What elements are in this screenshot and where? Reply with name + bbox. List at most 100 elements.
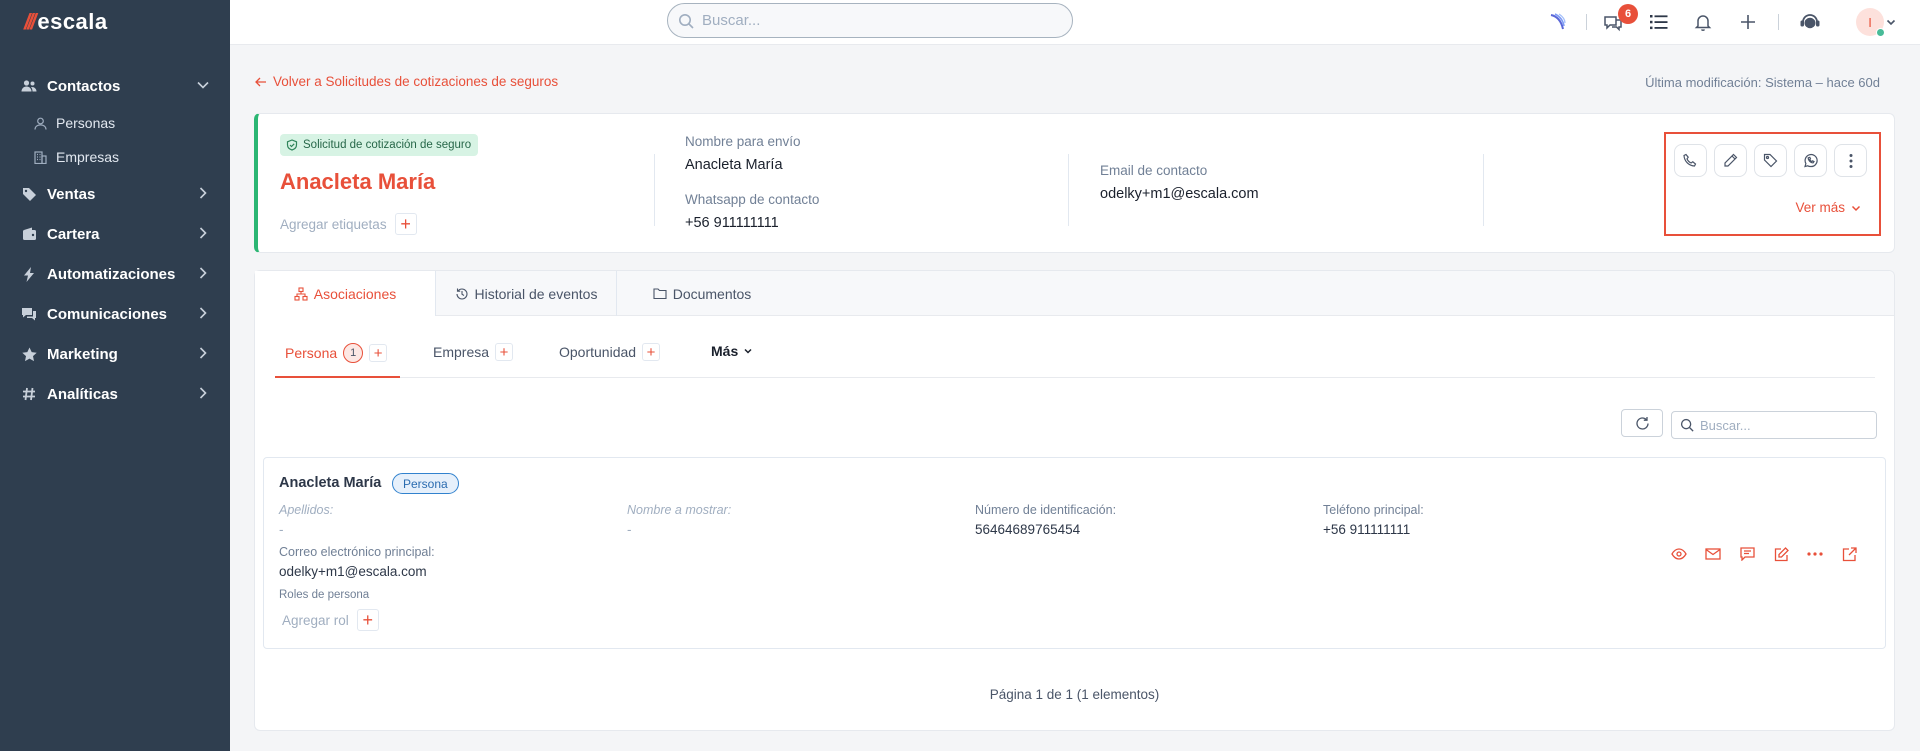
sidebar-item-label: Comunicaciones (47, 305, 168, 323)
search-icon (1680, 418, 1694, 432)
nombre-envio-label: Nombre para envío (685, 134, 801, 149)
nombre-mostrar-value: - (627, 522, 632, 537)
sidebar-item-personas[interactable]: Personas (0, 106, 230, 140)
email-icon[interactable] (1703, 544, 1723, 564)
external-link-icon[interactable] (1839, 544, 1859, 564)
tab-asociaciones[interactable]: Asociaciones (255, 271, 435, 316)
bolt-icon (20, 266, 38, 282)
last-modified: Última modificación: Sistema – hace 60d (1645, 75, 1880, 90)
correo-value: odelky+m1@escala.com (279, 564, 427, 579)
brand-logo[interactable]: /// escala (24, 8, 108, 36)
list-search-input[interactable] (1700, 417, 1860, 433)
sidebar-item-analiticas[interactable]: Analíticas (0, 374, 230, 414)
sidebar-item-cartera[interactable]: Cartera (0, 214, 230, 254)
edit-icon[interactable] (1771, 544, 1791, 564)
view-icon[interactable] (1669, 544, 1689, 564)
list-icon[interactable] (1647, 10, 1671, 34)
add-tag-button[interactable]: + (394, 213, 417, 235)
subtab-label: Persona (285, 345, 338, 361)
subtab-label: Oportunidad (559, 344, 637, 360)
topbar-divider (1586, 14, 1587, 30)
sidebar-item-automatizaciones[interactable]: Automatizaciones (0, 254, 230, 294)
add-persona-button[interactable]: + (369, 344, 388, 362)
support-agent-icon[interactable] (1798, 10, 1822, 34)
add-empresa-button[interactable]: + (495, 343, 514, 361)
subtab-active-indicator (275, 376, 400, 378)
add-role-button[interactable]: + (356, 609, 379, 631)
chevron-down-icon[interactable] (1884, 10, 1898, 34)
sidebar-item-label: Empresas (56, 149, 120, 165)
tag-button[interactable] (1754, 144, 1787, 177)
global-search-input[interactable] (702, 12, 1042, 29)
edit-icon (1724, 153, 1738, 167)
record-name[interactable]: Anacleta María (279, 475, 381, 491)
list-item: Anacleta María Persona Apellidos: - Nomb… (263, 457, 1886, 649)
add-tags[interactable]: Agregar etiquetas + (280, 213, 417, 235)
history-icon (455, 287, 468, 300)
email-label: Email de contacto (1100, 163, 1208, 178)
sidebar-item-contactos[interactable]: Contactos (0, 66, 230, 106)
roles-label: Roles de persona (279, 589, 370, 601)
persona-count-badge: 1 (343, 343, 364, 363)
sidebar-item-label: Ventas (47, 185, 96, 203)
back-link-label: Volver a Solicitudes de cotizaciones de … (273, 74, 559, 89)
tab-label: Historial de eventos (474, 285, 598, 302)
subtab-empresa[interactable]: Empresa + (433, 343, 514, 361)
nombre-envio-value: Anacleta María (685, 157, 783, 173)
more-horizontal-icon[interactable] (1805, 544, 1825, 564)
add-oportunidad-button[interactable]: + (642, 343, 661, 361)
user-icon (34, 117, 48, 130)
subtab-label: Más (711, 343, 739, 359)
sidebar-item-comunicaciones[interactable]: Comunicaciones (0, 294, 230, 334)
sidebar-item-label: Marketing (47, 345, 118, 363)
chevron-right-icon (199, 347, 207, 359)
edit-button[interactable] (1714, 144, 1747, 177)
subtab-oportunidad[interactable]: Oportunidad + (559, 343, 661, 361)
subtab-persona[interactable]: Persona 1 + (285, 343, 388, 363)
global-search[interactable] (667, 3, 1073, 38)
network-icon (294, 286, 308, 301)
escala-logo-icon: /// (24, 9, 36, 34)
chat-icon (20, 307, 38, 321)
email-value: odelky+m1@escala.com (1100, 186, 1259, 202)
call-button[interactable] (1674, 144, 1707, 177)
record-title: Anacleta María (280, 169, 436, 194)
column-divider (1068, 154, 1069, 226)
comment-icon[interactable] (1737, 544, 1757, 564)
list-search[interactable] (1671, 411, 1877, 439)
record-type-label: Solicitud de cotización de seguro (303, 139, 472, 151)
more-options-button[interactable] (1834, 144, 1867, 177)
topbar: 6 I (230, 0, 1920, 45)
tab-documentos[interactable]: Documentos (617, 271, 787, 316)
chevron-right-icon (199, 387, 207, 399)
column-divider (1483, 154, 1484, 226)
ver-mas-toggle[interactable]: Ver más (1795, 200, 1861, 215)
column-divider (654, 154, 655, 226)
sidebar-item-empresas[interactable]: Empresas (0, 140, 230, 174)
building-icon (34, 150, 48, 164)
users-icon (20, 79, 38, 93)
brand-name: escala (37, 9, 108, 34)
whatsapp-icon (1804, 153, 1818, 168)
identificacion-value: 56464689765454 (975, 522, 1081, 537)
sidebar-item-marketing[interactable]: Marketing (0, 334, 230, 374)
plus-icon[interactable] (1736, 10, 1760, 34)
sidebar-item-ventas[interactable]: Ventas (0, 174, 230, 214)
chevron-right-icon (199, 227, 207, 239)
tab-bar: Asociaciones Historial de eventos Docume… (255, 271, 1894, 316)
add-tags-label: Agregar etiquetas (280, 216, 387, 232)
refresh-button[interactable] (1621, 409, 1663, 437)
bell-icon[interactable] (1691, 10, 1715, 34)
back-link[interactable]: Volver a Solicitudes de cotizaciones de … (255, 74, 558, 89)
subtab-mas[interactable]: Más (711, 343, 752, 359)
sidebar-item-label: Automatizaciones (47, 265, 176, 283)
sidebar-item-label: Analíticas (47, 385, 118, 403)
whatsapp-button[interactable] (1794, 144, 1827, 177)
tag-icon (20, 187, 38, 202)
add-role[interactable]: Agregar rol + (282, 609, 379, 631)
chevron-down-icon (744, 348, 752, 354)
chevron-right-icon (199, 267, 207, 279)
tab-historial[interactable]: Historial de eventos (436, 271, 616, 316)
notification-count-badge: 6 (1618, 4, 1638, 24)
wing-logo-icon[interactable] (1546, 10, 1570, 34)
